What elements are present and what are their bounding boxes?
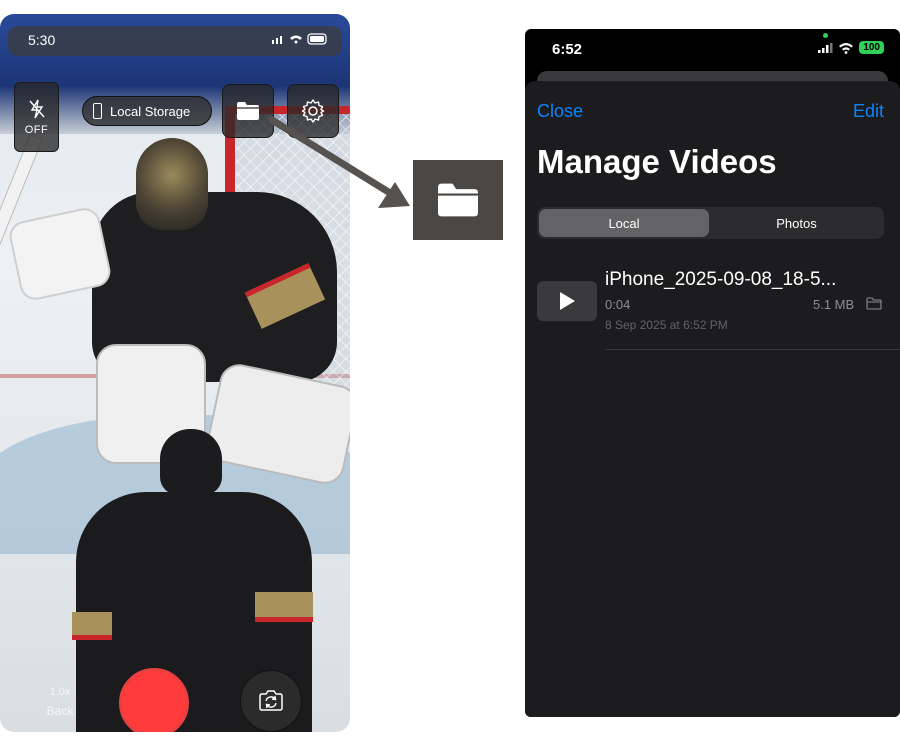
phone-status-time: 6:52 [552, 41, 583, 58]
video-list-item[interactable]: iPhone_2025-09-08_18-5... 0:04 5.1 MB 8 … [525, 261, 900, 351]
record-button[interactable] [119, 668, 189, 732]
phone-status-icons: 100 [817, 41, 884, 54]
video-name: iPhone_2025-09-08_18-5... [605, 269, 837, 290]
flash-label: OFF [24, 124, 49, 136]
storage-location-button[interactable]: Local Storage [82, 96, 212, 126]
folder-icon [237, 102, 259, 120]
close-button[interactable]: Close [537, 101, 583, 122]
folder-icon [866, 297, 882, 315]
signal-icon [818, 42, 833, 53]
back-camera-label[interactable]: Back [40, 704, 80, 718]
wifi-icon [839, 42, 854, 54]
page: 5:30 OFF Local Storage 1.0x Back 6:52 10… [0, 0, 900, 750]
storage-label: Local Storage [110, 103, 191, 119]
skater-sleeve-right [255, 592, 313, 622]
folder-icon [438, 183, 478, 217]
zoom-label[interactable]: 1.0x [40, 686, 80, 698]
page-title: Manage Videos [537, 143, 777, 180]
skater-helmet [160, 429, 222, 495]
phone-storage-icon [93, 103, 102, 119]
camera-status-bar: 5:30 [8, 26, 342, 56]
manage-videos-screen: 6:52 100 Close Edit Manage Videos Local … [525, 29, 900, 717]
goalie-mask [136, 138, 208, 230]
video-date: 8 Sep 2025 at 6:52 PM [605, 318, 728, 332]
skater-sleeve-left [72, 612, 112, 640]
row-divider [605, 349, 900, 350]
signal-wifi-battery-icon [272, 33, 327, 45]
segment-local[interactable]: Local [539, 209, 709, 237]
edit-button[interactable]: Edit [853, 101, 884, 122]
callout-arrow [268, 116, 410, 208]
segment-photos[interactable]: Photos [711, 209, 882, 237]
video-duration: 0:04 [605, 297, 631, 312]
camera-status-time: 5:30 [28, 32, 56, 48]
camera-flip-icon [259, 690, 283, 711]
phone-status-bar: 6:52 100 [525, 29, 900, 69]
flash-button[interactable]: OFF [14, 82, 59, 152]
source-segmented-control: Local Photos [537, 207, 884, 239]
camera-flip-button[interactable] [240, 670, 302, 732]
flash-off-icon [28, 99, 45, 119]
play-icon [560, 292, 575, 310]
battery-indicator: 100 [859, 41, 884, 54]
camera-status-icons [270, 32, 330, 49]
manage-videos-sheet: Close Edit Manage Videos Local Photos iP… [525, 81, 900, 717]
camera-in-use-indicator [823, 33, 828, 38]
video-thumbnail[interactable] [537, 281, 597, 321]
folder-callout [413, 160, 503, 240]
video-size: 5.1 MB [813, 297, 855, 312]
